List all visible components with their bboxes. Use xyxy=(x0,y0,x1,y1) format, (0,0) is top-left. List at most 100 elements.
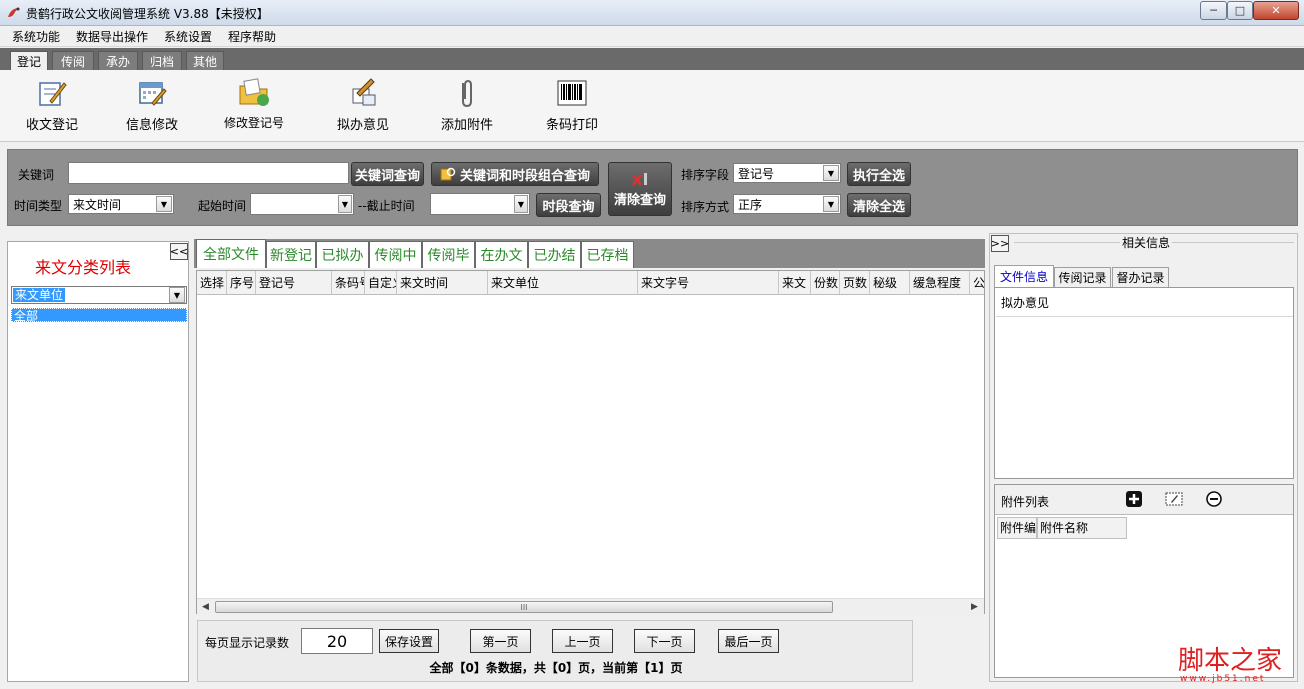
category-type-value: 来文单位 xyxy=(13,288,66,302)
page-size-input[interactable]: 20 xyxy=(301,628,373,654)
tab-handle[interactable]: 承办 xyxy=(98,51,138,70)
sort-order-select[interactable]: 正序 ▼ xyxy=(733,194,841,214)
keyword-input[interactable] xyxy=(68,162,349,184)
menu-help[interactable]: 程序帮助 xyxy=(220,28,284,45)
column-header[interactable]: 来文单位 xyxy=(488,271,638,294)
chevron-down-icon: ▼ xyxy=(169,287,185,303)
document-pen-icon xyxy=(346,76,380,110)
document-grid[interactable]: 选择 序号 登记号 条码号 自定义 来文时间 来文单位 来文字号 来文 份数 页… xyxy=(196,270,985,614)
keyword-label: 关键词 xyxy=(18,168,55,182)
last-page-button[interactable]: 最后一页 xyxy=(718,629,779,653)
column-header[interactable]: 自定义 xyxy=(365,271,397,294)
column-header[interactable]: 条码号 xyxy=(332,271,365,294)
save-settings-button[interactable]: 保存设置 xyxy=(379,629,439,653)
tab-circulated[interactable]: 传阅毕 xyxy=(422,241,475,268)
draft-opinion-button[interactable]: 拟办意见 xyxy=(337,76,389,133)
column-header[interactable]: 附件名称 xyxy=(1037,517,1127,539)
start-time-picker[interactable]: ▼ xyxy=(250,193,354,215)
tab-supervision-record[interactable]: 督办记录 xyxy=(1112,267,1169,287)
end-time-picker[interactable]: ▼ xyxy=(430,193,530,215)
modify-info-button[interactable]: 信息修改 xyxy=(126,76,178,133)
add-attachment-button[interactable]: 添加附件 xyxy=(441,76,493,133)
pager-panel: 每页显示记录数 20 保存设置 第一页 上一页 下一页 最后一页 全部【0】条数… xyxy=(197,620,913,682)
expand-right-button[interactable]: >> xyxy=(991,235,1009,252)
clear-query-label: 清除查询 xyxy=(613,192,666,208)
column-header[interactable]: 页数 xyxy=(840,271,870,294)
collapse-left-button[interactable]: << xyxy=(170,243,188,260)
barcode-icon xyxy=(555,76,589,110)
horizontal-scrollbar[interactable]: ◀ III ▶ xyxy=(197,598,984,614)
folder-edit-icon xyxy=(237,76,271,110)
column-header[interactable]: 公 xyxy=(970,271,984,294)
column-header[interactable]: 附件编号 xyxy=(997,517,1037,539)
chevron-down-icon: ▼ xyxy=(514,195,528,213)
keyword-search-button[interactable]: 关键词查询 xyxy=(351,162,424,186)
add-attachment-icon[interactable] xyxy=(1125,490,1143,508)
category-list-item[interactable]: 全部 xyxy=(11,308,187,323)
minimize-button[interactable]: ─ xyxy=(1200,1,1227,20)
tab-completed[interactable]: 已办结 xyxy=(528,241,581,268)
related-info-title: 相关信息 xyxy=(1120,234,1173,251)
tab-drafted[interactable]: 已拟办 xyxy=(316,241,369,268)
close-button[interactable]: ✕ xyxy=(1253,1,1299,20)
run-select-all-button[interactable]: 执行全选 xyxy=(847,162,911,186)
next-page-button[interactable]: 下一页 xyxy=(634,629,695,653)
tab-other[interactable]: 其他 xyxy=(186,51,224,70)
category-type-select[interactable]: 来文单位 ▼ xyxy=(11,286,187,304)
column-header[interactable]: 来文时间 xyxy=(397,271,488,294)
column-header[interactable]: 缓急程度 xyxy=(910,271,970,294)
tab-register[interactable]: 登记 xyxy=(10,51,48,70)
time-type-select[interactable]: 来文时间 ▼ xyxy=(68,194,174,214)
combo-search-button[interactable]: 关键词和时段组合查询 xyxy=(431,162,599,186)
print-barcode-button[interactable]: 条码打印 xyxy=(546,76,598,133)
opinion-box[interactable]: 拟办意见 xyxy=(994,287,1294,479)
tab-circulation-record[interactable]: 传阅记录 xyxy=(1054,267,1111,287)
column-header[interactable]: 来文 xyxy=(779,271,811,294)
grid-header: 选择 序号 登记号 条码号 自定义 来文时间 来文单位 来文字号 来文 份数 页… xyxy=(197,271,984,295)
modify-reg-number-button[interactable]: 修改登记号 xyxy=(224,76,284,131)
tab-circulating[interactable]: 传阅中 xyxy=(369,241,422,268)
column-header[interactable]: 来文字号 xyxy=(638,271,779,294)
period-search-button[interactable]: 时段查询 xyxy=(536,193,601,217)
remove-attachment-icon[interactable] xyxy=(1205,490,1223,508)
scroll-left-icon[interactable]: ◀ xyxy=(202,602,209,612)
first-page-button[interactable]: 第一页 xyxy=(470,629,531,653)
print-barcode-label: 条码打印 xyxy=(546,118,599,133)
menu-system[interactable]: 系统功能 xyxy=(4,28,68,45)
draft-opinion-label: 拟办意见 xyxy=(337,118,390,133)
column-header[interactable]: 秘级 xyxy=(870,271,910,294)
watermark-url: www.jb51.net xyxy=(1180,674,1266,684)
sort-order-value: 正序 xyxy=(738,198,763,212)
tab-new-registered[interactable]: 新登记 xyxy=(266,241,316,268)
column-header[interactable]: 选择 xyxy=(197,271,227,294)
tab-in-progress[interactable]: 在办文 xyxy=(475,241,528,268)
tab-archive[interactable]: 归档 xyxy=(142,51,182,70)
clear-query-icon xyxy=(632,172,647,186)
watermark: 脚本之家 www.jb51.net xyxy=(1178,640,1298,684)
sort-field-select[interactable]: 登记号 ▼ xyxy=(733,163,841,183)
tab-archived[interactable]: 已存档 xyxy=(581,241,634,268)
prev-page-button[interactable]: 上一页 xyxy=(552,629,613,653)
title-bar: 贵鹤行政公文收阅管理系统 V3.88【未授权】 ─ □ ✕ xyxy=(0,0,1304,26)
scroll-thumb[interactable]: III xyxy=(215,601,833,613)
edit-attachment-icon[interactable] xyxy=(1165,490,1183,508)
chevron-down-icon: ▼ xyxy=(823,196,839,212)
menu-settings[interactable]: 系统设置 xyxy=(156,28,220,45)
menu-export[interactable]: 数据导出操作 xyxy=(68,28,156,45)
scroll-right-icon[interactable]: ▶ xyxy=(971,602,978,612)
tab-file-info[interactable]: 文件信息 xyxy=(994,265,1054,287)
register-button[interactable]: 收文登记 xyxy=(26,76,78,133)
category-list-title: 来文分类列表 xyxy=(34,258,131,277)
tab-circulate[interactable]: 传阅 xyxy=(52,51,94,70)
time-type-label: 时间类型 xyxy=(14,199,63,213)
maximize-button[interactable]: □ xyxy=(1227,1,1253,20)
register-edit-icon xyxy=(35,76,69,110)
column-header[interactable]: 序号 xyxy=(227,271,256,294)
column-header[interactable]: 份数 xyxy=(811,271,840,294)
column-header[interactable]: 登记号 xyxy=(256,271,332,294)
clear-select-all-button[interactable]: 清除全选 xyxy=(847,193,911,217)
calendar-edit-icon xyxy=(135,76,169,110)
tab-all-files[interactable]: 全部文件 xyxy=(196,239,266,268)
clear-query-button[interactable]: 清除查询 xyxy=(608,162,672,216)
add-attachment-label: 添加附件 xyxy=(441,118,494,133)
